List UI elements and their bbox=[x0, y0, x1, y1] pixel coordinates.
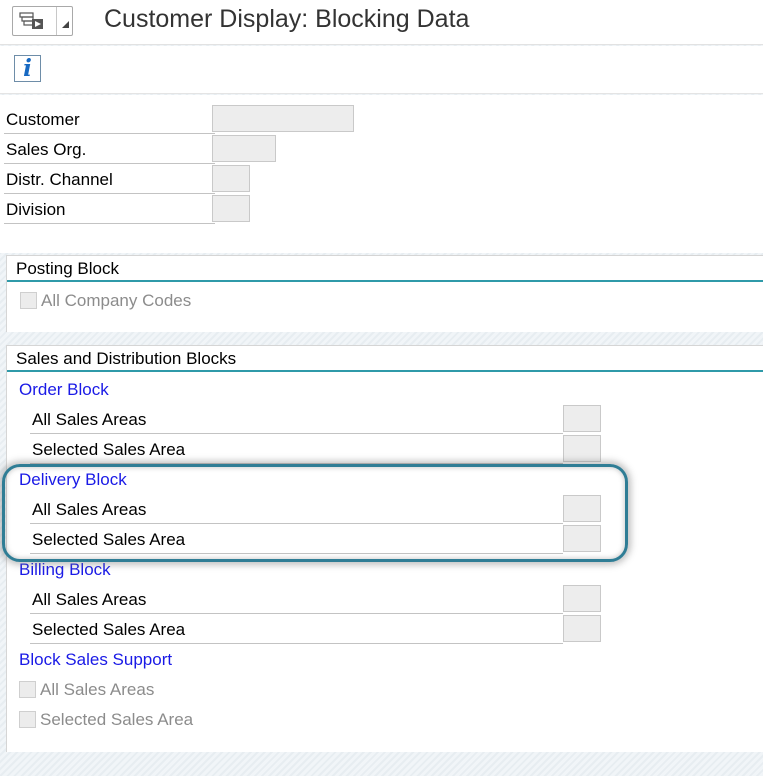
billing-block-all-sales-areas-row: All Sales Areas bbox=[30, 585, 563, 614]
order-block-title: Order Block bbox=[19, 380, 109, 399]
order-block-selected-sales-area-row: Selected Sales Area bbox=[30, 435, 563, 464]
posting-block-title: Posting Block bbox=[16, 259, 119, 278]
info-button[interactable]: i bbox=[14, 55, 41, 82]
group-divider bbox=[7, 370, 763, 372]
delivery-block-all-sales-areas-row: All Sales Areas bbox=[30, 495, 563, 524]
billing-block-selected-sales-area-label: Selected Sales Area bbox=[32, 620, 186, 639]
billing-block-all-sales-areas-field[interactable] bbox=[563, 585, 601, 612]
customer-field[interactable] bbox=[212, 105, 354, 132]
triangle-down-icon[interactable] bbox=[60, 19, 70, 29]
application-toolbar: i bbox=[0, 46, 763, 94]
order-block-selected-sales-area-label: Selected Sales Area bbox=[32, 440, 186, 459]
billing-block-all-sales-areas-label: All Sales Areas bbox=[32, 590, 147, 609]
sales-support-selected-sales-area-label: Selected Sales Area bbox=[40, 710, 194, 729]
distr-channel-row: Distr. Channel bbox=[4, 165, 215, 194]
delivery-block-selected-sales-area-row: Selected Sales Area bbox=[30, 525, 563, 554]
group-divider bbox=[7, 280, 763, 282]
all-company-codes-label: All Company Codes bbox=[41, 291, 192, 310]
sales-support-all-sales-areas-label: All Sales Areas bbox=[40, 680, 155, 699]
division-label: Division bbox=[6, 200, 66, 219]
billing-block-title: Billing Block bbox=[19, 560, 111, 579]
division-field[interactable] bbox=[212, 195, 250, 222]
sales-support-selected-sales-area-checkbox[interactable] bbox=[19, 711, 36, 728]
distr-channel-label: Distr. Channel bbox=[6, 170, 113, 189]
menu-button-divider bbox=[56, 7, 57, 35]
delivery-block-all-sales-areas-field[interactable] bbox=[563, 495, 601, 522]
all-company-codes-checkbox[interactable] bbox=[20, 292, 37, 309]
customer-row: Customer bbox=[4, 105, 215, 134]
delivery-block-all-sales-areas-label: All Sales Areas bbox=[32, 500, 147, 519]
block-sales-support-title: Block Sales Support bbox=[19, 650, 173, 669]
order-block-all-sales-areas-field[interactable] bbox=[563, 405, 601, 432]
sales-org-field[interactable] bbox=[212, 135, 276, 162]
sales-org-row: Sales Org. bbox=[4, 135, 215, 164]
delivery-block-selected-sales-area-field[interactable] bbox=[563, 525, 601, 552]
distr-channel-field[interactable] bbox=[212, 165, 250, 192]
order-block-all-sales-areas-row: All Sales Areas bbox=[30, 405, 563, 434]
page-title: Customer Display: Blocking Data bbox=[104, 5, 470, 33]
billing-block-selected-sales-area-row: Selected Sales Area bbox=[30, 615, 563, 644]
division-row: Division bbox=[4, 195, 215, 224]
billing-block-selected-sales-area-field[interactable] bbox=[563, 615, 601, 642]
menu-icon bbox=[19, 12, 43, 29]
customer-label: Customer bbox=[6, 110, 80, 129]
menu-button[interactable] bbox=[12, 6, 73, 36]
delivery-block-title: Delivery Block bbox=[19, 470, 127, 489]
order-block-selected-sales-area-field[interactable] bbox=[563, 435, 601, 462]
posting-block-group: Posting Block All Company Codes bbox=[6, 255, 763, 332]
order-block-all-sales-areas-label: All Sales Areas bbox=[32, 410, 147, 429]
info-icon: i bbox=[23, 55, 32, 82]
title-bar: Customer Display: Blocking Data bbox=[0, 0, 763, 45]
sales-org-label: Sales Org. bbox=[6, 140, 87, 159]
sd-blocks-title: Sales and Distribution Blocks bbox=[16, 349, 237, 368]
sales-support-all-sales-areas-checkbox[interactable] bbox=[19, 681, 36, 698]
delivery-block-selected-sales-area-label: Selected Sales Area bbox=[32, 530, 186, 549]
